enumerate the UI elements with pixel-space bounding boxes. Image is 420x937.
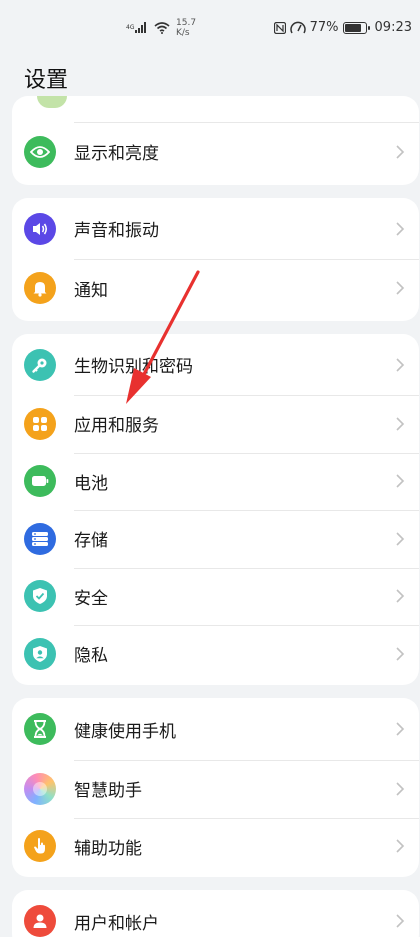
- chevron-right-icon: [396, 647, 405, 661]
- settings-group-assist: 健康使用手机 智慧助手 辅助功能: [12, 698, 419, 877]
- settings-item-storage[interactable]: 存储: [12, 510, 419, 568]
- user-icon: [24, 905, 56, 937]
- settings-item-label: 辅助功能: [74, 838, 142, 859]
- settings-item-label: 智慧助手: [74, 781, 142, 802]
- settings-item-privacy[interactable]: 隐私: [12, 625, 419, 683]
- chevron-right-icon: [396, 722, 405, 736]
- battery-icon: [24, 465, 56, 498]
- speedometer-icon: [289, 21, 306, 33]
- chevron-right-icon: [396, 589, 405, 603]
- clock: 09:23: [374, 20, 412, 35]
- chevron-right-icon: [396, 474, 405, 488]
- speed-unit: K/s: [176, 28, 190, 38]
- settings-group-users: 用户和帐户: [12, 890, 419, 937]
- chevron-right-icon: [396, 145, 405, 159]
- page-title: 设置: [24, 68, 69, 93]
- settings-item-label: 安全: [74, 588, 108, 609]
- chevron-right-icon: [396, 357, 405, 372]
- shield-icon: [24, 580, 56, 613]
- assistant-icon: [24, 772, 56, 805]
- settings-item-display-brightness[interactable]: 显示和亮度: [12, 123, 419, 181]
- battery-percent: 77%: [309, 20, 339, 35]
- speed-value: 15.7: [176, 18, 197, 28]
- storage-icon: [24, 522, 56, 555]
- wifi-icon: [154, 22, 170, 34]
- key-icon: [24, 348, 56, 381]
- settings-item-battery[interactable]: 电池: [12, 452, 419, 511]
- settings-item-label: 健康使用手机: [74, 721, 176, 742]
- chevron-right-icon: [396, 839, 405, 853]
- settings-group-display: 显示和亮度: [12, 96, 419, 185]
- settings-item-apps-services[interactable]: 应用和服务: [12, 395, 419, 453]
- settings-item-label: 用户和帐户: [74, 913, 159, 934]
- settings-item-label: 生物识别和密码: [74, 357, 193, 377]
- eye-icon: [24, 135, 56, 168]
- chevron-right-icon: [396, 532, 405, 546]
- settings-item-label: 隐私: [74, 646, 108, 667]
- settings-item-digital-balance[interactable]: 健康使用手机: [12, 698, 419, 760]
- network-speed: 15.7 K/s: [176, 18, 196, 38]
- bell-icon: [24, 272, 56, 304]
- settings-item-users-accounts[interactable]: 用户和帐户: [12, 890, 419, 937]
- apps-icon: [24, 407, 56, 440]
- nfc-icon: [273, 21, 286, 34]
- settings-item-label: 电池: [74, 473, 108, 494]
- settings-item-label: 应用和服务: [74, 416, 159, 437]
- partial-icon: [37, 96, 67, 108]
- settings-item-accessibility[interactable]: 辅助功能: [12, 817, 419, 876]
- privacy-icon: [24, 637, 56, 670]
- settings-item-label: 声音和振动: [74, 221, 159, 241]
- chevron-right-icon: [396, 281, 405, 295]
- settings-item-notifications[interactable]: 通知: [12, 259, 419, 317]
- hourglass-icon: [24, 713, 56, 745]
- settings-item-security[interactable]: 安全: [12, 567, 419, 626]
- status-right-group: 77% 09:23: [273, 20, 412, 35]
- settings-item-label: 通知: [74, 280, 108, 301]
- settings-item-label: 显示和亮度: [74, 144, 159, 165]
- chevron-right-icon: [396, 782, 405, 796]
- settings-item-label: 存储: [74, 531, 108, 552]
- settings-item-biometrics-password[interactable]: 生物识别和密码: [12, 334, 419, 395]
- settings-group-system: 生物识别和密码 应用和服务 电池 存储 安全 隐私: [12, 334, 419, 685]
- chevron-right-icon: [396, 914, 405, 928]
- status-bar: 4G 15.7 K/s 77% 09:23: [0, 0, 420, 58]
- chevron-right-icon: [396, 221, 405, 236]
- network-type: 4G: [126, 24, 135, 31]
- signal-icon: 4G: [126, 22, 146, 33]
- status-signal-group: 4G 15.7 K/s: [126, 18, 196, 38]
- hand-icon: [24, 830, 56, 863]
- settings-item-sound-vibration[interactable]: 声音和振动: [12, 198, 419, 259]
- battery-level-icon: [342, 21, 370, 34]
- chevron-right-icon: [396, 417, 405, 431]
- speaker-icon: [24, 212, 56, 245]
- settings-item-smart-assistant[interactable]: 智慧助手: [12, 760, 419, 818]
- settings-group-sound: 声音和振动 通知: [12, 198, 419, 321]
